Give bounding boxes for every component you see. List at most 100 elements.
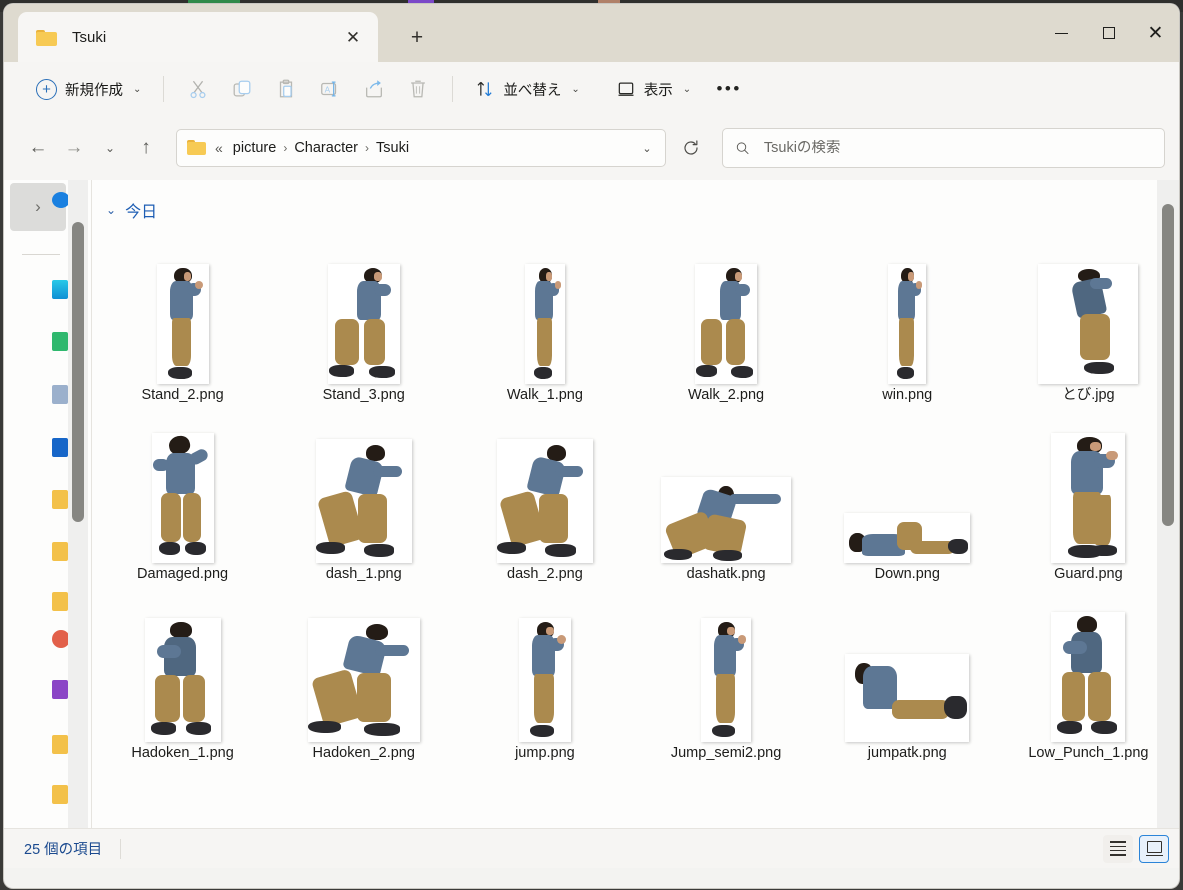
figure-part xyxy=(899,318,914,366)
chevron-down-icon[interactable]: ⌄ xyxy=(633,131,661,165)
breadcrumb-item-character[interactable]: Character xyxy=(289,137,363,159)
file-item[interactable] xyxy=(454,765,635,828)
file-item[interactable]: Hadoken_2.png xyxy=(273,586,454,765)
file-thumbnail xyxy=(273,598,454,744)
list-view-icon xyxy=(1110,841,1126,856)
file-item[interactable]: Down.png xyxy=(817,407,998,586)
file-item[interactable]: Walk_2.png xyxy=(636,228,817,407)
file-thumbnail xyxy=(998,419,1179,565)
chevron-down-icon[interactable]: ⌄ xyxy=(106,203,116,217)
file-item[interactable]: Stand_2.png xyxy=(92,228,273,407)
paste-button[interactable] xyxy=(264,69,308,109)
navigation-pane-scrollbar[interactable] xyxy=(68,180,88,828)
new-tab-button[interactable]: + xyxy=(400,23,434,53)
tile-view-button[interactable] xyxy=(1139,834,1169,863)
search-input[interactable] xyxy=(763,140,1152,156)
file-item[interactable]: Low_Punch_1.png xyxy=(998,586,1179,765)
thumbnail-image xyxy=(307,618,420,742)
file-item[interactable]: jump.png xyxy=(454,586,635,765)
close-tab-icon[interactable]: ✕ xyxy=(338,22,368,52)
file-item[interactable] xyxy=(817,765,998,828)
folder-icon xyxy=(36,29,58,46)
view-button[interactable]: 表示 ⌄ xyxy=(606,70,701,108)
share-button[interactable] xyxy=(352,69,396,109)
figure-part xyxy=(182,675,206,723)
thumbnail-image xyxy=(1051,612,1126,742)
file-item[interactable]: win.png xyxy=(817,228,998,407)
folder-icon[interactable] xyxy=(52,735,68,754)
onedrive-folder-icon[interactable] xyxy=(52,438,68,457)
list-view-button[interactable] xyxy=(1103,834,1133,863)
navigation-divider xyxy=(22,254,60,255)
videos-icon[interactable] xyxy=(52,680,68,699)
breadcrumb-item-picture[interactable]: picture xyxy=(228,137,282,159)
close-window-button[interactable]: ✕ xyxy=(1132,4,1179,62)
figure-part xyxy=(731,366,754,378)
refresh-button[interactable] xyxy=(672,129,710,167)
folder-green-icon[interactable] xyxy=(52,490,68,509)
figure-part xyxy=(1092,495,1111,545)
tab-tsuki[interactable]: Tsuki ✕ xyxy=(18,12,378,62)
breadcrumb-overflow-icon[interactable]: « xyxy=(215,140,223,156)
file-thumbnail xyxy=(998,796,1179,828)
figure-part xyxy=(170,621,192,638)
navigation-pane-scroll-thumb[interactable] xyxy=(72,222,84,522)
file-thumbnail xyxy=(817,419,998,565)
copy-icon xyxy=(233,80,251,97)
maximize-button[interactable] xyxy=(1085,4,1132,62)
sort-button[interactable]: 並べ替え ⌄ xyxy=(465,70,589,108)
back-button[interactable]: ← xyxy=(20,130,56,166)
file-item[interactable]: dashatk.png xyxy=(636,407,817,586)
figure-part xyxy=(363,319,386,365)
address-bar[interactable]: « picture › Character › Tsuki ⌄ xyxy=(176,129,666,167)
file-item[interactable]: Damaged.png xyxy=(92,407,273,586)
file-item[interactable] xyxy=(92,765,273,828)
documents-icon[interactable] xyxy=(52,385,68,404)
file-item[interactable] xyxy=(998,765,1179,828)
thumbnail-image xyxy=(888,264,927,384)
recent-locations-button[interactable]: ⌄ xyxy=(92,130,128,166)
rename-button[interactable]: A xyxy=(308,69,352,109)
folder-icon[interactable] xyxy=(52,542,68,561)
file-item[interactable] xyxy=(636,765,817,828)
cut-button[interactable] xyxy=(176,69,220,109)
file-item[interactable]: jumpatk.png xyxy=(817,586,998,765)
sort-button-label: 並べ替え xyxy=(503,82,562,99)
content-scrollbar[interactable] xyxy=(1157,180,1179,828)
file-item[interactable]: とび.jpg xyxy=(998,228,1179,407)
file-thumbnail xyxy=(636,796,817,828)
figure-part xyxy=(663,549,693,561)
folder-icon[interactable] xyxy=(52,592,68,611)
figure-part xyxy=(896,367,915,380)
home-icon[interactable] xyxy=(52,280,68,299)
gallery-icon[interactable] xyxy=(52,332,68,351)
file-item[interactable]: Walk_1.png xyxy=(454,228,635,407)
new-button[interactable]: + 新規作成 ⌄ xyxy=(26,70,151,108)
forward-button[interactable]: → xyxy=(56,130,92,166)
file-item[interactable]: Stand_3.png xyxy=(273,228,454,407)
file-thumbnail xyxy=(636,419,817,565)
copy-button[interactable] xyxy=(220,69,264,109)
file-thumbnail xyxy=(636,598,817,744)
file-item[interactable]: Hadoken_1.png xyxy=(92,586,273,765)
up-button[interactable]: ↑ xyxy=(128,130,164,166)
more-options-button[interactable]: ••• xyxy=(707,69,751,109)
file-item[interactable]: Jump_semi2.png xyxy=(636,586,817,765)
delete-button[interactable] xyxy=(396,69,440,109)
file-item[interactable]: Guard.png xyxy=(998,407,1179,586)
file-name-label: Low_Punch_1.png xyxy=(1028,745,1149,761)
file-thumbnail xyxy=(998,598,1179,744)
file-thumbnail xyxy=(273,240,454,386)
file-item[interactable]: dash_1.png xyxy=(273,407,454,586)
folder-icon[interactable] xyxy=(52,785,68,804)
group-header-today[interactable]: ⌄ 今日 xyxy=(106,198,157,222)
file-item[interactable]: dash_2.png xyxy=(454,407,635,586)
breadcrumb-item-tsuki[interactable]: Tsuki xyxy=(371,137,414,159)
figure-part xyxy=(182,492,202,543)
figure-part xyxy=(357,672,391,723)
search-box[interactable] xyxy=(722,128,1165,168)
content-scroll-thumb[interactable] xyxy=(1162,204,1174,526)
minimize-button[interactable] xyxy=(1038,4,1085,62)
figure-part xyxy=(727,626,735,636)
file-item[interactable] xyxy=(273,765,454,828)
